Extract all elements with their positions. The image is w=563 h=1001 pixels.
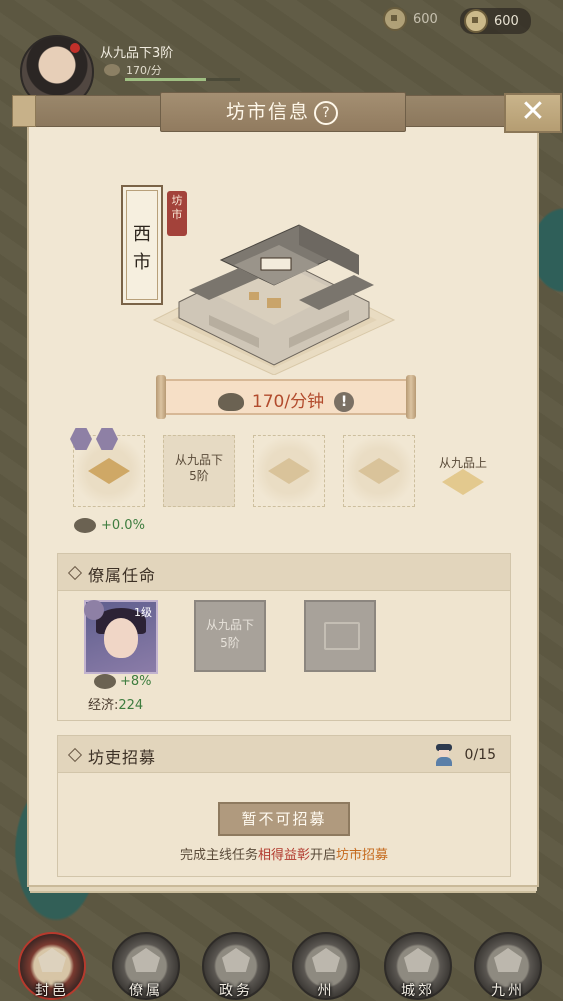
bottom-navigation: 封邑 僚属 政务 州 城郊 九州 [0,920,563,1001]
copper-coin-icon [217,393,244,411]
officer-portrait[interactable]: 1级 [84,600,158,674]
officer-bonus: +8% [94,674,152,689]
rank-progress-bar [125,78,240,81]
recruit-unlock-note: 完成主线任务相得益彰开启坊市招募 [179,848,389,863]
income-value: 170/分钟 [251,392,325,412]
notification-dot [70,43,80,53]
clerk-count: 0/15 [433,744,496,766]
nav-subordinates[interactable]: 僚属 [112,932,180,1000]
nav-affairs[interactable]: 政务 [202,932,270,1000]
resource-value-2: 600 [494,13,519,29]
locked-officer-slot[interactable]: 从九品下 5阶 [194,600,266,672]
slot-bonus: +0.0% [74,518,145,533]
empty-officer-slot[interactable] [304,600,376,672]
slot-bonus-value: +0.0% [101,518,145,533]
modal-title: 坊市信息 [225,101,310,123]
clerk-person-icon [433,744,455,766]
copper-coin-icon [383,7,407,31]
fief-icon [38,948,66,972]
nav-prefecture[interactable]: 州 [292,932,360,1000]
officer-level: 1级 [134,606,152,619]
recruit-button[interactable]: 暂不可招募 [218,802,350,836]
slot-2-requirement: 从九品下 [174,453,223,467]
rank-progress-fill [125,78,206,81]
clerk-count-value: 0/15 [464,747,496,763]
resource-counter-2[interactable]: 600 [460,8,531,34]
stall-icon [88,458,130,484]
locked-slot-requirement-tier: 5阶 [220,636,240,650]
building-slot-2[interactable]: 从九品下 5阶 [163,435,235,507]
officer-econ-label: 经济: [88,698,119,713]
subordinates-title: 僚属任命 [88,566,157,585]
copper-coin-icon [464,9,488,33]
affairs-icon [222,948,250,972]
empty-slot-icon [324,622,360,650]
building-slot-3[interactable] [253,435,325,507]
resource-value-1: 600 [413,11,438,27]
diamond-bullet-icon [67,565,83,581]
income-scroll: 170/分钟! [156,375,416,419]
copper-coin-icon [74,518,96,533]
subordinates-icon [132,948,160,972]
building-slot-row: 从九品下 5阶 从九品上 2阶 [70,428,493,515]
modal-paper: 西 市 坊 市 170/分钟 ! 从九品下 5阶 从九品上 +0.0% 僚属任命… [27,123,539,887]
nav-suburbs[interactable]: 城郊 [384,932,452,1000]
clerk-recruit-panel: 坊吏招募 0/15 暂不可招募 完成主线任务相得益彰开启坊市招募 [57,735,511,877]
feature-name: 坊市招募 [336,848,389,863]
hex-badge-icon [96,428,118,450]
officer-bonus-value: +8% [120,674,152,689]
slot-5-requirement: 从九品上 [438,456,487,470]
prefecture-icon [312,948,340,972]
modal-title-bar: 坊市信息? ✕ [12,92,562,133]
officer-econ-value: 224 [118,698,144,713]
market-building-illustration[interactable] [149,220,399,375]
empty-plot-icon [268,458,310,484]
recruit-title: 坊吏招募 [88,748,157,767]
resource-counter-1: 600 [383,7,438,31]
nav-fief[interactable]: 封邑 [18,932,86,1000]
hex-badge-icon [70,428,92,450]
coin-icon [104,64,120,76]
locked-slot-requirement: 从九品下 [205,618,254,632]
officer-economy: 经济:224 [88,694,143,713]
help-icon[interactable]: ? [314,101,338,125]
subordinates-panel: 僚属任命 1级 +8% 经济:224 从九品下 5阶 [57,553,511,721]
empty-plot-icon [358,458,400,484]
market-info-modal: 西 市 坊 市 170/分钟 ! 从九品下 5阶 从九品上 +0.0% 僚属任命… [12,92,562,888]
slot-2-requirement-tier: 5阶 [189,469,209,483]
building-slot-1[interactable] [70,428,145,507]
suburbs-icon [404,948,432,972]
nav-nine-provinces[interactable]: 九州 [474,932,542,1000]
diamond-bullet-icon [67,747,83,763]
map-icon [494,948,522,972]
copper-coin-icon [94,674,116,689]
close-button[interactable]: ✕ [504,93,562,133]
info-icon[interactable]: ! [334,392,355,412]
player-income-value: 170/分 [126,64,162,77]
building-slot-4[interactable] [343,435,415,507]
player-income: 170/分 [104,62,162,78]
officer-rank-badge-icon [84,600,104,620]
player-rank: 从九品下3阶 [100,46,174,61]
building-slot-5[interactable]: 从九品上 2阶 [428,435,498,505]
quest-name[interactable]: 相得益彰 [258,848,310,863]
